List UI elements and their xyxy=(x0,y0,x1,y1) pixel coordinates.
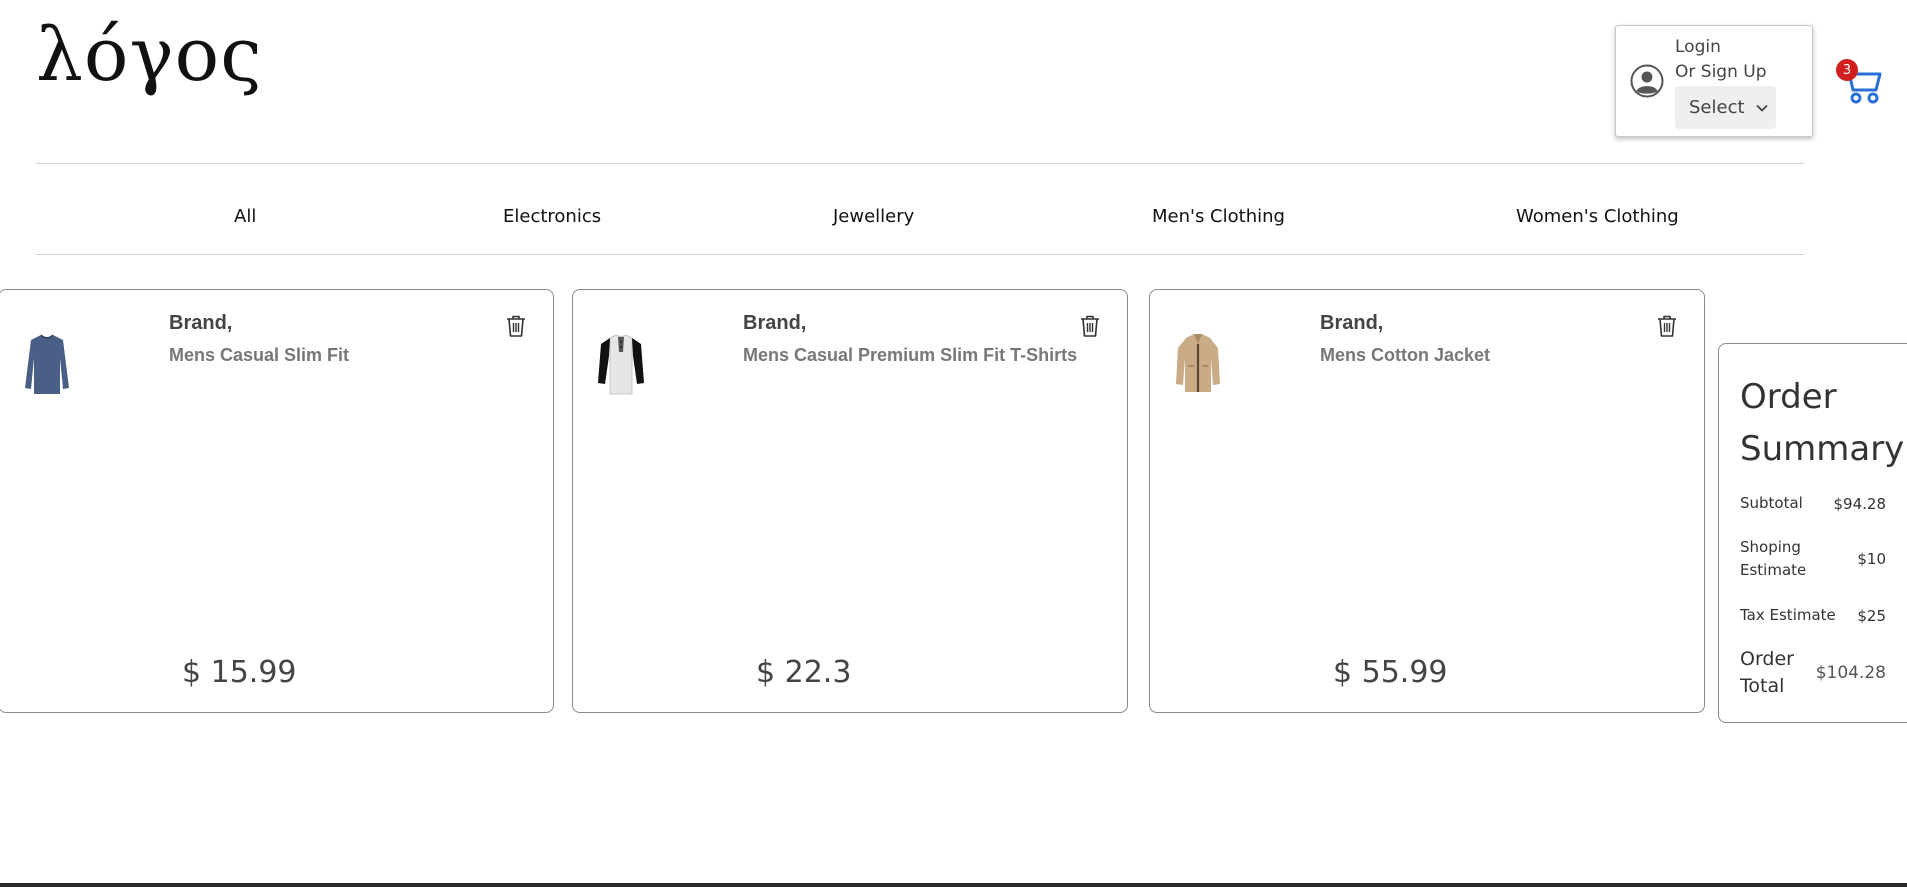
cart-item-card: Brand, Mens Cotton Jacket $ 55.99 xyxy=(1149,289,1705,713)
product-price: $ 15.99 xyxy=(182,655,297,690)
site-logo[interactable]: λόγος xyxy=(36,18,263,92)
summary-tax-row: Tax Estimate $25 xyxy=(1740,604,1886,627)
cart-item-card: Brand, Mens Casual Slim Fit $ 15.99 xyxy=(0,289,554,713)
trash-icon[interactable] xyxy=(1079,314,1101,338)
product-brand: Brand, xyxy=(1320,312,1384,334)
page-bottom-border xyxy=(0,883,1907,887)
select-label: Select xyxy=(1689,97,1745,118)
user-circle-icon xyxy=(1630,64,1664,98)
trash-icon[interactable] xyxy=(1656,314,1678,338)
product-image xyxy=(1176,334,1220,392)
category-electronics[interactable]: Electronics xyxy=(503,206,601,227)
product-price: $ 22.3 xyxy=(756,655,852,690)
category-womens-clothing[interactable]: Women's Clothing xyxy=(1516,206,1679,227)
category-mens-clothing[interactable]: Men's Clothing xyxy=(1152,206,1285,227)
subtotal-value: $94.28 xyxy=(1833,494,1887,513)
shipping-label: Shoping Estimate xyxy=(1740,538,1807,579)
product-brand: Brand, xyxy=(743,312,807,334)
chevron-down-icon xyxy=(1755,104,1768,112)
account-dropdown: Login Or Sign Up Select xyxy=(1615,25,1813,137)
nav-divider-top xyxy=(36,163,1804,164)
product-title[interactable]: Mens Casual Premium Slim Fit T-Shirts xyxy=(743,345,1077,366)
order-summary-panel: Order Summary Subtotal $94.28 Shoping Es… xyxy=(1718,343,1907,723)
signup-link[interactable]: Or Sign Up xyxy=(1675,62,1767,82)
product-brand: Brand, xyxy=(169,312,233,334)
summary-shipping-row: Shoping Estimate $10 xyxy=(1740,536,1886,582)
cart-button[interactable]: 3 xyxy=(1836,59,1884,106)
product-price: $ 55.99 xyxy=(1333,655,1448,690)
subtotal-label: Subtotal xyxy=(1740,494,1803,512)
account-select-button[interactable]: Select xyxy=(1675,86,1776,129)
tax-label: Tax Estimate xyxy=(1740,606,1836,624)
tax-value: $25 xyxy=(1857,606,1886,625)
cart-count-badge: 3 xyxy=(1836,59,1858,81)
total-label: Order Total xyxy=(1740,648,1794,697)
product-image xyxy=(598,334,644,395)
login-link[interactable]: Login xyxy=(1675,37,1721,57)
order-summary-heading: Order Summary xyxy=(1740,377,1905,469)
nav-divider-bottom xyxy=(36,254,1804,255)
summary-total-row: Order Total $104.28 xyxy=(1740,646,1886,700)
product-title[interactable]: Mens Casual Slim Fit xyxy=(169,345,349,366)
product-title[interactable]: Mens Cotton Jacket xyxy=(1320,345,1490,366)
category-jewellery[interactable]: Jewellery xyxy=(833,206,914,227)
shipping-value: $10 xyxy=(1857,550,1886,568)
cart-item-card: Brand, Mens Casual Premium Slim Fit T-Sh… xyxy=(572,289,1128,713)
summary-subtotal-row: Subtotal $94.28 xyxy=(1740,492,1886,515)
category-all[interactable]: All xyxy=(234,206,256,227)
total-value: $104.28 xyxy=(1815,663,1886,683)
product-image xyxy=(25,334,69,394)
trash-icon[interactable] xyxy=(505,314,527,338)
